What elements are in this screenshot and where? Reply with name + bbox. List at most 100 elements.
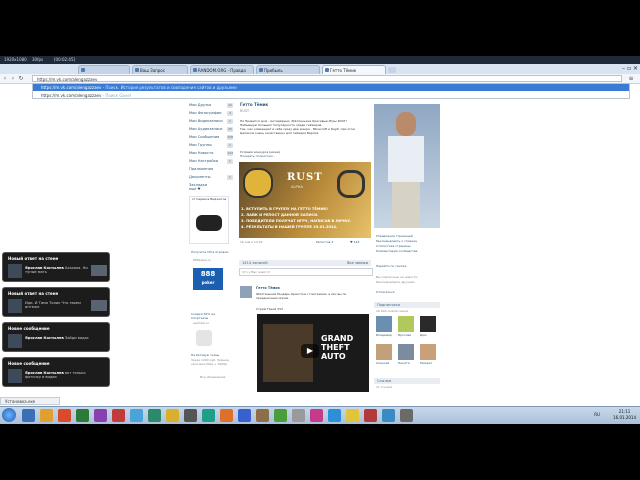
links-count: 11 ссылка xyxy=(376,385,393,389)
ad-title[interactable]: Получите 1М в игровом xyxy=(191,250,231,254)
taskbar-app-icon[interactable] xyxy=(346,409,359,422)
post-link[interactable]: Стрим Такой 333 xyxy=(256,307,283,312)
follower-avatar[interactable] xyxy=(398,316,414,332)
post-author[interactable]: Гетто Тёмик xyxy=(256,286,280,291)
menu-count-badge: 1 xyxy=(227,143,233,148)
tab-search[interactable]: Ваш Запрос xyxy=(132,65,188,74)
taskbar-app-icon[interactable] xyxy=(328,409,341,422)
tab-random-org[interactable]: RANDOM.ORG - Правда xyxy=(190,65,254,74)
follower-name[interactable]: Никита xyxy=(398,361,410,366)
tab-favicon-icon xyxy=(81,68,85,72)
menu-more[interactable]: ещё ♥ xyxy=(189,187,200,192)
profile-photo[interactable] xyxy=(374,104,440,228)
taskbar-app-icon[interactable] xyxy=(58,409,71,422)
taskbar-app-icon[interactable] xyxy=(238,409,251,422)
left-menu-item[interactable]: Мои Сообщения 158 xyxy=(189,134,233,141)
ad-title[interactable]: Скидки 50% на Спортзалы xyxy=(191,312,231,320)
menu-icon[interactable]: ≡ xyxy=(628,75,634,82)
ads-footer[interactable]: Все объявления xyxy=(200,375,225,380)
taskbar-app-icon[interactable] xyxy=(274,409,287,422)
taskbar-app-icon[interactable] xyxy=(184,409,197,422)
follower-avatar[interactable] xyxy=(398,344,414,360)
ad-domain: sportzal.ru xyxy=(193,321,210,325)
tab-blank[interactable] xyxy=(78,65,130,74)
notification-popup[interactable]: Новый ответ на стене Иди. И Тимо Толик Ч… xyxy=(2,287,110,317)
left-menu-item[interactable]: Мои Фотографии 4 xyxy=(189,110,233,117)
left-menu-item[interactable]: Мои Настройки 1 xyxy=(189,158,233,165)
radiation-icon xyxy=(243,168,273,198)
banner-title: RUST xyxy=(287,172,323,183)
back-icon[interactable]: ‹ xyxy=(2,75,8,82)
taskbar-app-icon[interactable] xyxy=(292,409,305,422)
taskbar-app-icon[interactable] xyxy=(382,409,395,422)
language-indicator[interactable]: RU xyxy=(594,412,600,417)
tab-profit[interactable]: Прибыль xyxy=(256,65,320,74)
avatar[interactable] xyxy=(240,286,252,298)
suggestion-item[interactable]: https://m.vk.com/alengazzaev - Поиск. Ис… xyxy=(33,84,629,91)
follower-avatar[interactable] xyxy=(420,316,436,332)
taskbar-app-icon[interactable] xyxy=(94,409,107,422)
window-controls-icon[interactable]: – ▫ ✕ xyxy=(600,65,638,72)
tab-ghetto-temik[interactable]: Гетто Тёмик xyxy=(322,65,386,74)
taskbar-app-icon[interactable] xyxy=(112,409,125,422)
taskbar-app-icon[interactable] xyxy=(166,409,179,422)
suggestion-item[interactable]: https://m.vk.com/alengazzaev - Поиск Gav… xyxy=(33,92,629,99)
notification-popup[interactable]: Новый ответ на стене Ярослав Костылев Аха… xyxy=(2,252,110,282)
notification-popup[interactable]: Новое сообщение Ярослав Костылев вот толь… xyxy=(2,357,110,387)
admin-link[interactable]: Комментарии сообщества xyxy=(376,249,418,254)
follower-name[interactable]: Владимир xyxy=(376,333,392,338)
recording-bar: 1920x1080 30fps [00:02:45] xyxy=(0,56,640,64)
video-player[interactable]: GRAND THEFT AUTO ▶ xyxy=(257,314,369,392)
notification-popup[interactable]: Новое сообщение Ярослав Костылев Зайди ви… xyxy=(2,322,110,352)
follower-avatar[interactable] xyxy=(376,316,392,332)
play-icon[interactable]: ▶ xyxy=(301,344,319,358)
left-menu-item[interactable]: Мои Группы 1 xyxy=(189,142,233,149)
forward-icon[interactable]: › xyxy=(10,75,16,82)
taskbar-app-icon[interactable] xyxy=(256,409,269,422)
taskbar-app-icon[interactable] xyxy=(202,409,215,422)
left-menu-item[interactable]: Мои Аудиозаписи 35 xyxy=(189,126,233,133)
taskbar-app-icon[interactable] xyxy=(76,409,89,422)
follower-name[interactable]: Ярослав xyxy=(398,333,411,338)
left-menu-item[interactable]: Мои Новости 144 xyxy=(189,150,233,157)
taskbar-app-icon[interactable] xyxy=(310,409,323,422)
taskbar-app-icon[interactable] xyxy=(40,409,53,422)
taskbar-app-icon[interactable] xyxy=(364,409,377,422)
profile-status: RUST xyxy=(240,109,250,113)
new-tab-button[interactable] xyxy=(388,67,396,73)
start-button[interactable] xyxy=(2,408,16,422)
reload-icon[interactable]: ↻ xyxy=(18,75,24,82)
post-reposts[interactable]: Репостов 3 xyxy=(316,240,333,245)
ad-widget[interactable]: от Сервиса Виджетов xyxy=(189,196,229,244)
poker-logo[interactable]: 888 poker xyxy=(193,268,223,290)
follower-name[interactable]: Алексей xyxy=(376,361,389,366)
address-input[interactable]: https://m.vk.com/alengazzaev xyxy=(32,75,622,82)
wall-input[interactable]: Что у Вас нового? xyxy=(239,268,373,276)
taskbar-app-icon[interactable] xyxy=(400,409,413,422)
follower-name[interactable]: Дим xyxy=(420,333,427,338)
like-button[interactable]: ♥ 144 xyxy=(350,240,359,245)
taskbar-app-icon[interactable] xyxy=(148,409,161,422)
rust-banner[interactable]: RUST ALPHA 1. ВСТУПИТЬ В ГРУППУ НА ГЕТТО… xyxy=(239,162,371,238)
shoe-image[interactable] xyxy=(196,330,212,346)
unsubscribe-link[interactable]: Отписаться xyxy=(376,290,394,295)
taskbar-app-icon[interactable] xyxy=(130,409,143,422)
post-date: 16 янв в 14:02 xyxy=(240,240,263,244)
left-menu-item[interactable]: Мои Видеозаписи 1 xyxy=(189,118,233,125)
contest-text: Условия конкурса (ниже) Показать полност… xyxy=(240,150,281,158)
ad-title[interactable]: На беговую ткань xyxy=(191,353,231,357)
follower-avatar[interactable] xyxy=(420,344,436,360)
follower-avatar[interactable] xyxy=(376,344,392,360)
taskbar-app-icon[interactable] xyxy=(220,409,233,422)
menu-count-badge: 144 xyxy=(227,151,233,156)
left-menu-item[interactable]: Документы 1 xyxy=(189,174,233,181)
left-menu-item[interactable]: Приложения xyxy=(189,166,233,173)
rec-fps: 30fps xyxy=(32,57,44,62)
left-menu-item[interactable]: Мои Друзья 12 xyxy=(189,102,233,109)
steam-icon xyxy=(337,170,365,198)
taskbar-app-icon[interactable] xyxy=(22,409,35,422)
tab-strip: Ваш Запрос RANDOM.ORG - Правда Прибыль Г… xyxy=(0,64,640,74)
status-bar: Установка.exe xyxy=(0,397,60,405)
follower-name[interactable]: Михаил xyxy=(420,361,432,366)
person-pants xyxy=(392,182,420,228)
